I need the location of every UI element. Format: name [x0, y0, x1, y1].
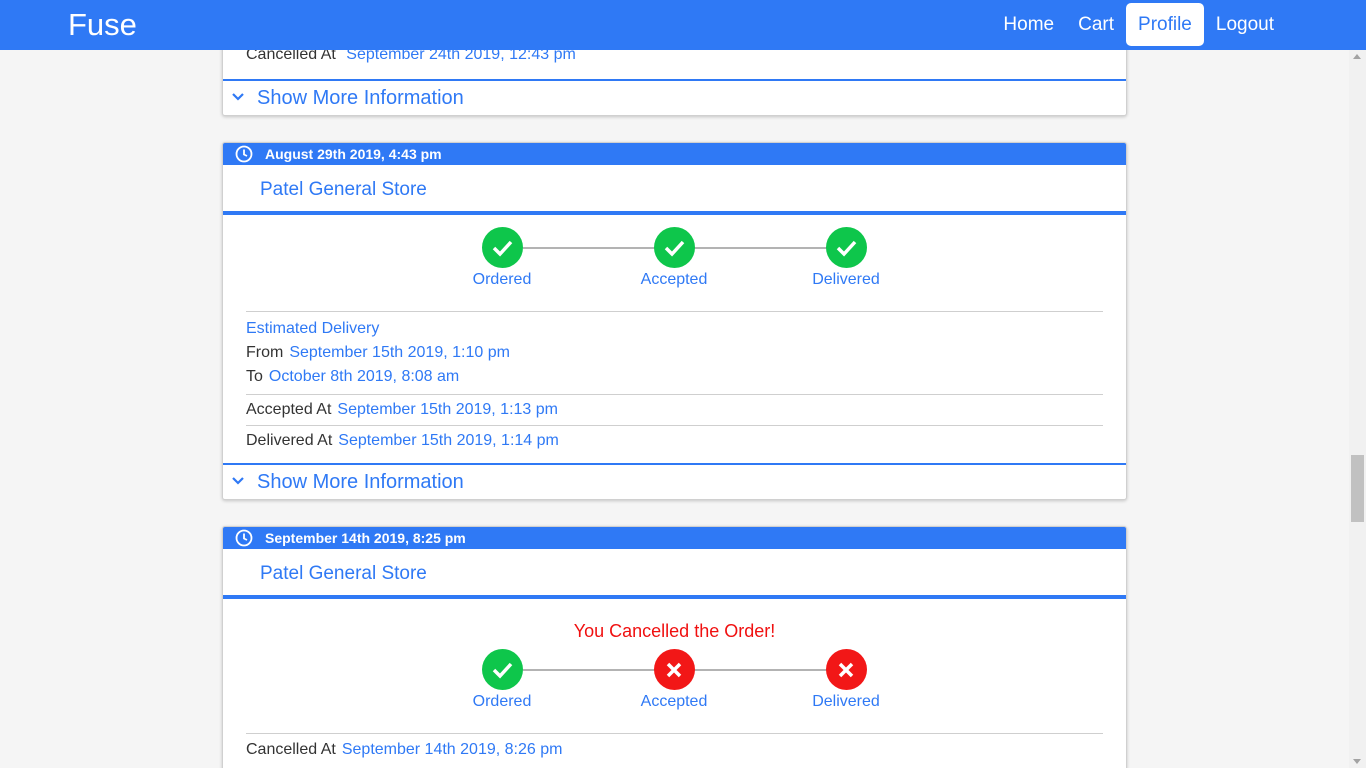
accepted-label: Accepted At [246, 401, 332, 418]
cancelled-row: Cancelled At September 14th 2019, 8:26 pm [246, 734, 1103, 762]
order-card: September 14th 2019, 8:25 pm Patel Gener… [222, 526, 1127, 768]
brand-logo[interactable]: Fuse [68, 5, 137, 45]
check-icon [481, 649, 523, 690]
delivered-label: Delivered At [246, 432, 333, 449]
order-details: Estimated Delivery From September 15th 20… [246, 311, 1103, 467]
show-more-label: Show More Information [257, 87, 464, 109]
delivered-row: Delivered At September 15th 2019, 1:14 pm [246, 426, 1103, 467]
accepted-row: Accepted At September 15th 2019, 1:13 pm [246, 395, 1103, 426]
order-date: August 29th 2019, 4:43 pm [265, 146, 442, 162]
show-more-label: Show More Information [257, 471, 464, 493]
accepted-value: September 15th 2019, 1:13 pm [337, 401, 558, 418]
store-name[interactable]: Patel General Store [223, 165, 1126, 215]
to-label: To [246, 368, 263, 385]
nav-logout[interactable]: Logout [1204, 3, 1286, 46]
step-label: Ordered [472, 693, 532, 710]
order-date-header: August 29th 2019, 4:43 pm [223, 143, 1126, 165]
step-label: Delivered [812, 271, 880, 288]
step-label: Accepted [640, 271, 708, 288]
scroll-down-arrow-icon[interactable] [1353, 759, 1361, 764]
cross-icon [825, 649, 867, 690]
order-progress: Ordered Accepted Delivered [223, 649, 1126, 733]
delivered-value: September 15th 2019, 1:14 pm [338, 432, 559, 449]
step-delivered: Delivered [786, 649, 906, 712]
step-ordered: Ordered [442, 227, 562, 290]
from-value: September 15th 2019, 1:10 pm [289, 344, 510, 361]
step-ordered: Ordered [442, 649, 562, 712]
step-label: Delivered [812, 693, 880, 710]
vertical-scrollbar[interactable] [1349, 50, 1366, 768]
navbar: Fuse Home Cart Profile Logout [0, 0, 1366, 50]
nav-links: Home Cart Profile Logout [991, 3, 1286, 46]
scroll-up-arrow-icon[interactable] [1353, 54, 1361, 59]
order-date: September 14th 2019, 8:25 pm [265, 530, 466, 546]
step-label: Accepted [640, 693, 708, 710]
nav-profile[interactable]: Profile [1126, 3, 1204, 46]
step-delivered: Delivered [786, 227, 906, 290]
estimated-label: Estimated Delivery [246, 320, 380, 337]
cancelled-value: September 14th 2019, 8:26 pm [341, 741, 563, 758]
show-more-button[interactable]: Show More Information [223, 79, 1126, 115]
scroll-thumb[interactable] [1351, 455, 1364, 522]
nav-home[interactable]: Home [991, 3, 1066, 46]
from-row: From September 15th 2019, 1:10 pm [246, 341, 1103, 365]
order-details: Cancelled At September 14th 2019, 8:26 pm [246, 733, 1103, 762]
order-card: August 29th 2019, 4:43 pm Patel General … [222, 142, 1127, 500]
to-row: To October 8th 2019, 8:08 am [246, 365, 1103, 389]
store-name[interactable]: Patel General Store [223, 549, 1126, 599]
cancelled-label: Cancelled At [246, 741, 336, 758]
chevron-down-icon [232, 477, 244, 485]
step-accepted: Accepted [614, 649, 734, 712]
to-value: October 8th 2019, 8:08 am [268, 368, 460, 385]
clock-icon [235, 529, 253, 547]
check-icon [825, 227, 867, 268]
from-label: From [246, 344, 284, 361]
check-icon [653, 227, 695, 268]
cancel-message: You Cancelled the Order! [573, 621, 776, 641]
cross-icon [653, 649, 695, 690]
step-accepted: Accepted [614, 227, 734, 290]
show-more-button[interactable]: Show More Information [223, 463, 1126, 499]
order-progress: Ordered Accepted Delivered [223, 215, 1126, 311]
clock-icon [235, 145, 253, 163]
check-icon [481, 227, 523, 268]
nav-cart[interactable]: Cart [1066, 3, 1126, 46]
step-label: Ordered [472, 271, 532, 288]
order-date-header: September 14th 2019, 8:25 pm [223, 527, 1126, 549]
estimated-delivery: Estimated Delivery From September 15th 20… [246, 312, 1103, 395]
chevron-down-icon [232, 93, 244, 101]
